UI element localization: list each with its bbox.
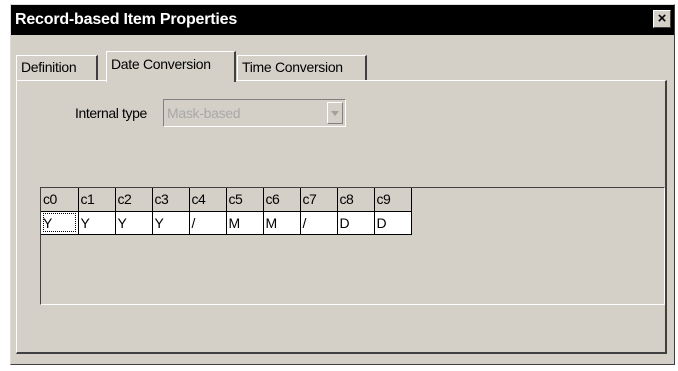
title-bar[interactable]: Record-based Item Properties × [11, 5, 674, 35]
close-icon: × [657, 10, 667, 27]
tab-time-conversion[interactable]: Time Conversion [237, 55, 367, 81]
tab-panel-date-conversion [16, 80, 667, 354]
tab-date-conversion[interactable]: Date Conversion [106, 51, 236, 82]
close-button[interactable]: × [653, 10, 671, 28]
tab-definition[interactable]: Definition [16, 55, 98, 81]
window-title: Record-based Item Properties [15, 11, 238, 28]
tab-strip: Definition Date Conversion Time Conversi… [16, 51, 666, 82]
